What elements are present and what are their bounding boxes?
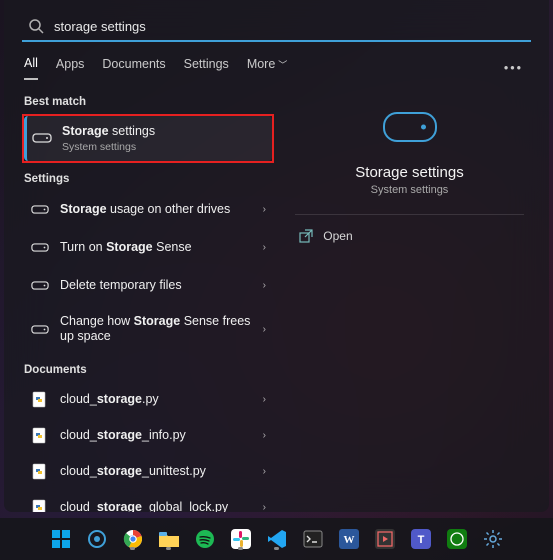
- taskbar-start[interactable]: [47, 525, 75, 553]
- search-panel: All Apps Documents Settings More﹀ ••• Be…: [4, 0, 549, 512]
- taskbar-cast[interactable]: [83, 525, 111, 553]
- result-document[interactable]: cloud_storage_global_lock.py ›: [22, 490, 274, 512]
- result-subtitle: System settings: [62, 141, 155, 153]
- result-title: Storage usage on other drives: [60, 202, 230, 218]
- svg-text:W: W: [343, 534, 354, 546]
- detail-subtitle: System settings: [371, 184, 449, 196]
- taskbar-slack[interactable]: [227, 525, 255, 553]
- section-documents: Documents: [24, 364, 274, 376]
- taskbar-teams[interactable]: T: [407, 525, 435, 553]
- python-file-icon: [30, 498, 50, 512]
- open-label: Open: [323, 229, 352, 243]
- more-options-button[interactable]: •••: [504, 61, 529, 75]
- open-icon: [299, 229, 313, 243]
- python-file-icon: [30, 462, 50, 482]
- filter-tabs: All Apps Documents Settings More﹀ •••: [24, 56, 529, 80]
- result-title: cloud_storage_info.py: [60, 428, 186, 444]
- result-title: cloud_storage_global_lock.py: [60, 500, 228, 512]
- result-storage-sense-on[interactable]: Turn on Storage Sense ›: [22, 229, 274, 267]
- tab-settings[interactable]: Settings: [184, 57, 229, 79]
- python-file-icon: [30, 426, 50, 446]
- taskbar: W T: [0, 518, 553, 560]
- python-file-icon: [30, 390, 50, 410]
- chevron-right-icon: ›: [263, 394, 266, 405]
- tab-more[interactable]: More﹀: [247, 57, 288, 79]
- drive-icon: [30, 276, 50, 296]
- result-document[interactable]: cloud_storage_info.py ›: [22, 418, 274, 454]
- result-delete-temp[interactable]: Delete temporary files ›: [22, 267, 274, 305]
- result-storage-settings[interactable]: Storage settings System settings: [24, 116, 272, 161]
- result-storage-usage[interactable]: Storage usage on other drives ›: [22, 191, 274, 229]
- document-results: cloud_storage.py › cloud_storage_info.py…: [22, 382, 274, 512]
- taskbar-xbox[interactable]: [443, 525, 471, 553]
- taskbar-vscode[interactable]: [263, 525, 291, 553]
- result-title: Turn on Storage Sense: [60, 240, 192, 256]
- drive-icon: [30, 200, 50, 220]
- result-title: Storage settings: [62, 124, 155, 140]
- chevron-right-icon: ›: [263, 280, 266, 291]
- settings-results: Storage usage on other drives › Turn on …: [22, 191, 274, 354]
- drive-icon: [30, 319, 50, 339]
- svg-text:T: T: [417, 534, 424, 546]
- taskbar-terminal[interactable]: [299, 525, 327, 553]
- separator: [295, 214, 523, 215]
- detail-pane: Storage settings System settings Open: [288, 86, 531, 512]
- detail-title: Storage settings: [355, 164, 463, 181]
- open-action[interactable]: Open: [295, 223, 523, 249]
- taskbar-explorer[interactable]: [155, 525, 183, 553]
- tab-all[interactable]: All: [24, 56, 38, 80]
- taskbar-media[interactable]: [371, 525, 399, 553]
- chevron-right-icon: ›: [263, 204, 266, 215]
- chevron-down-icon: ﹀: [278, 60, 287, 70]
- chevron-right-icon: ›: [263, 502, 266, 512]
- result-document[interactable]: cloud_storage_unittest.py ›: [22, 454, 274, 490]
- chevron-right-icon: ›: [263, 242, 266, 253]
- search-icon: [28, 18, 44, 34]
- taskbar-spotify[interactable]: [191, 525, 219, 553]
- taskbar-settings[interactable]: [479, 525, 507, 553]
- chevron-right-icon: ›: [263, 324, 266, 335]
- tab-documents[interactable]: Documents: [102, 57, 165, 79]
- section-best-match: Best match: [24, 96, 274, 108]
- taskbar-chrome[interactable]: [119, 525, 147, 553]
- result-document[interactable]: cloud_storage.py ›: [22, 382, 274, 418]
- result-title: cloud_storage.py: [60, 392, 159, 408]
- drive-icon: [30, 238, 50, 258]
- annotation-highlight: Storage settings System settings: [22, 114, 274, 163]
- drive-icon-large: [383, 112, 437, 142]
- tab-apps[interactable]: Apps: [56, 57, 85, 79]
- search-input[interactable]: [54, 19, 529, 34]
- drive-icon: [32, 128, 52, 148]
- result-storage-sense-config[interactable]: Change how Storage Sense frees up space …: [22, 305, 274, 354]
- chevron-right-icon: ›: [263, 466, 266, 477]
- taskbar-word[interactable]: W: [335, 525, 363, 553]
- result-title: Delete temporary files: [60, 278, 182, 294]
- results-column: Best match Storage settings System setti…: [22, 86, 274, 512]
- result-title: Change how Storage Sense frees up space: [60, 314, 253, 345]
- chevron-right-icon: ›: [263, 430, 266, 441]
- search-box[interactable]: [22, 14, 531, 42]
- section-settings: Settings: [24, 173, 274, 185]
- result-title: cloud_storage_unittest.py: [60, 464, 206, 480]
